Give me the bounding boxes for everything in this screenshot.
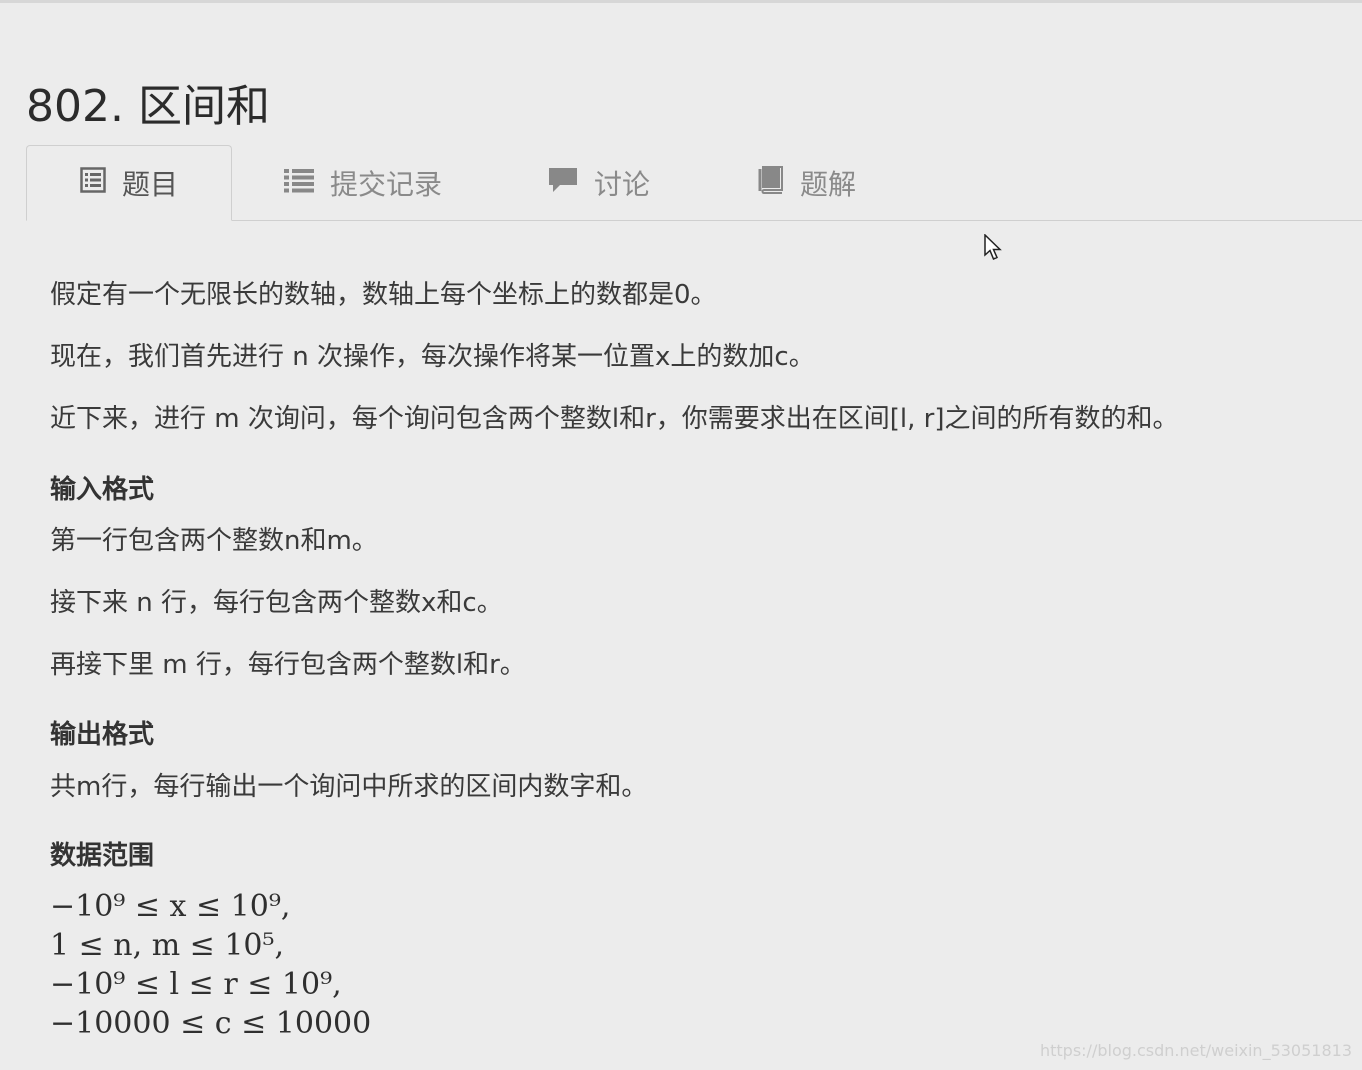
tab-solutions-label: 题解 bbox=[800, 168, 857, 201]
tab-solutions[interactable]: 题解 bbox=[758, 145, 856, 221]
description-paragraph: 近下来，进行 m 次询问，每个询问包含两个整数l和r，你需要求出在区间[l, r… bbox=[50, 404, 1179, 434]
output-format-line: 共m行，每行输出一个询问中所求的区间内数字和。 bbox=[50, 772, 648, 802]
tab-problem[interactable]: 题目 bbox=[26, 145, 232, 221]
tab-problem-label: 题目 bbox=[121, 168, 178, 201]
tab-discuss[interactable]: 讨论 bbox=[548, 145, 650, 221]
data-range-constraint: −10⁹ ≤ x ≤ 10⁹, bbox=[50, 889, 291, 924]
tab-discuss-label: 讨论 bbox=[594, 168, 651, 201]
data-range-heading: 数据范围 bbox=[50, 841, 155, 871]
input-format-heading: 输入格式 bbox=[50, 475, 155, 505]
watermark: https://blog.csdn.net/weixin_53051813 bbox=[1039, 1041, 1352, 1060]
tab-bar: 题目 提交记录 讨论 题解 bbox=[26, 145, 1362, 221]
page-title: 802. 区间和 bbox=[26, 81, 270, 133]
input-format-line: 再接下里 m 行，每行包含两个整数l和r。 bbox=[50, 650, 526, 680]
data-range-constraint: 1 ≤ n, m ≤ 10⁵, bbox=[50, 928, 285, 963]
data-range-constraint: −10⁹ ≤ l ≤ r ≤ 10⁹, bbox=[50, 967, 342, 1002]
top-border bbox=[0, 0, 1362, 3]
tab-submissions-label: 提交记录 bbox=[330, 168, 443, 201]
output-format-heading: 输出格式 bbox=[50, 720, 155, 750]
comment-icon bbox=[548, 166, 578, 201]
input-format-line: 接下来 n 行，每行包含两个整数x和c。 bbox=[50, 588, 503, 618]
tab-submissions[interactable]: 提交记录 bbox=[284, 145, 442, 221]
mouse-cursor-icon bbox=[984, 234, 1002, 260]
document-list-icon bbox=[80, 166, 106, 200]
list-icon bbox=[284, 167, 314, 200]
description-paragraph: 现在，我们首先进行 n 次操作，每次操作将某一位置x上的数加c。 bbox=[50, 342, 815, 372]
data-range-constraint: −10000 ≤ c ≤ 10000 bbox=[50, 1006, 372, 1041]
input-format-line: 第一行包含两个整数n和m。 bbox=[50, 526, 378, 556]
book-icon bbox=[758, 165, 784, 201]
problem-page: 802. 区间和 题目 提交记录 讨论 题解 假定有一个无限长的数轴，数轴上每个… bbox=[0, 0, 1362, 1070]
description-paragraph: 假定有一个无限长的数轴，数轴上每个坐标上的数都是0。 bbox=[50, 280, 717, 310]
